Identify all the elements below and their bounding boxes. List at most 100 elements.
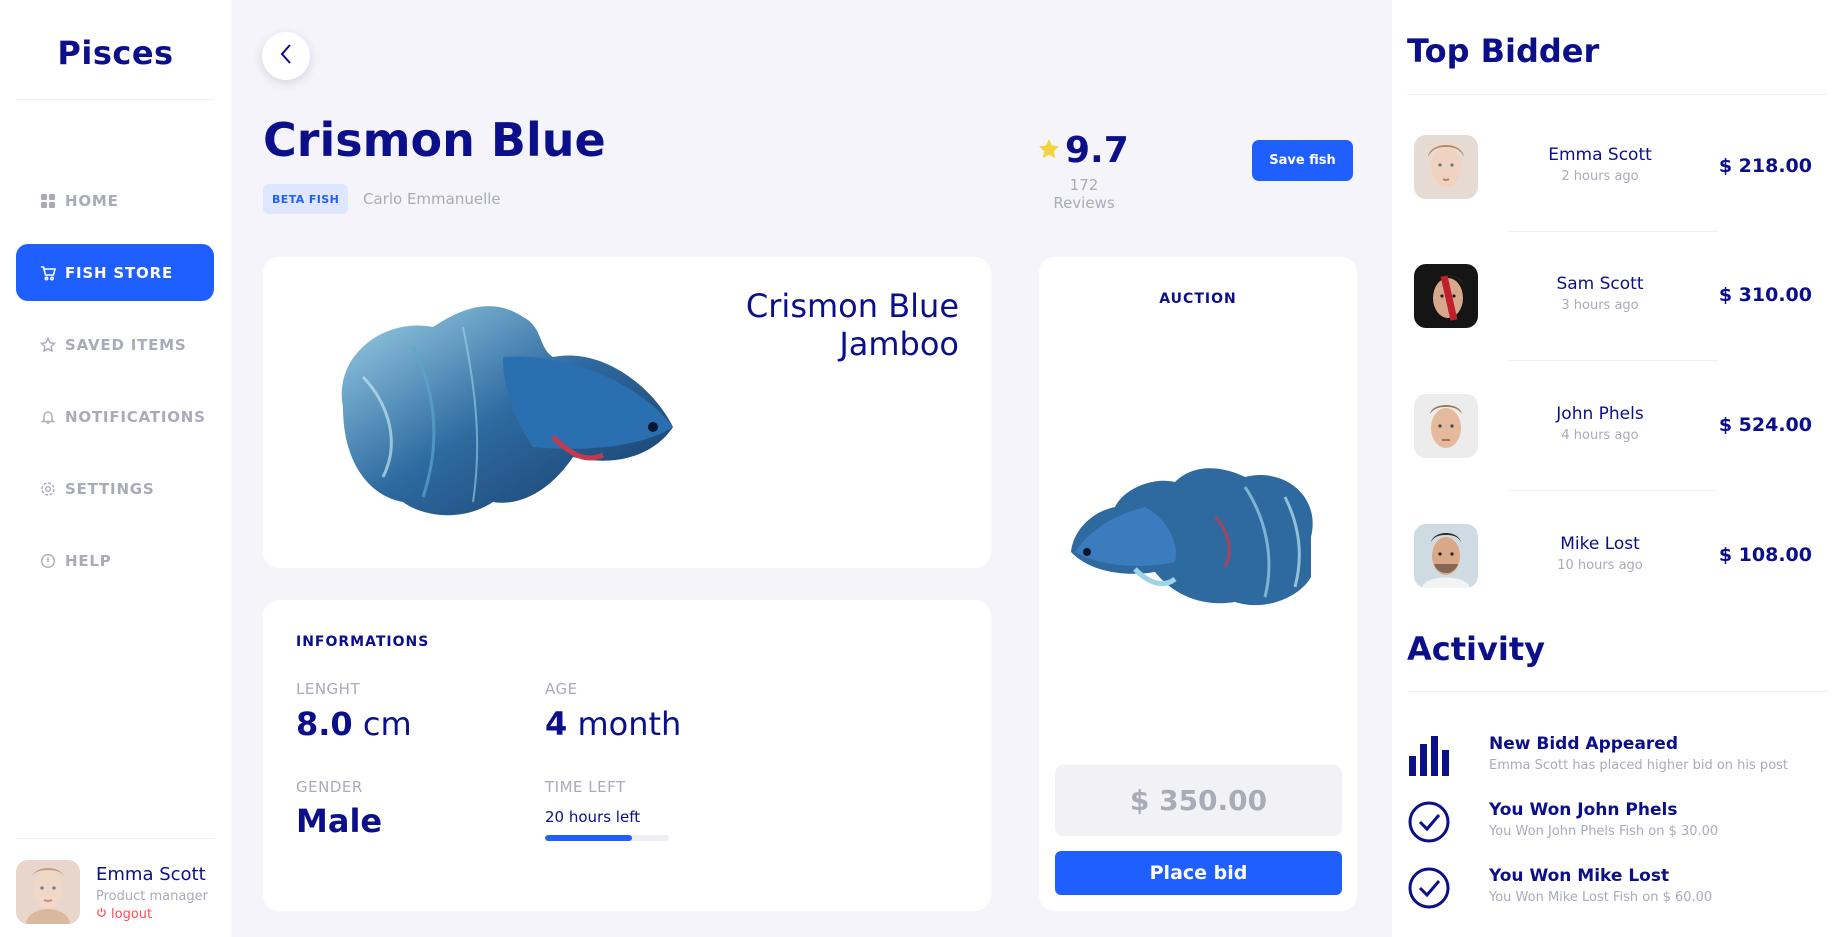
profile-role: Product manager [96, 889, 208, 904]
sidebar-item-label: FISH STORE [65, 263, 173, 282]
star-icon [1037, 137, 1061, 165]
power-icon [96, 907, 107, 922]
sidebar-item-label: HOME [65, 191, 119, 210]
author-name[interactable]: Carlo Emmanuelle [363, 190, 501, 208]
avatar [1414, 524, 1478, 588]
bidder-name: Sam Scott [1556, 274, 1644, 294]
sidebar-item-fish-store[interactable]: FISH STORE [16, 244, 214, 301]
activity-title: You Won John Phels [1489, 800, 1678, 820]
age-value: 4 month [545, 705, 682, 743]
divider [16, 838, 214, 839]
time-left-value: 20 hours left [545, 808, 641, 826]
rating-value: 9.7 [1065, 130, 1129, 171]
divider [16, 99, 214, 100]
sidebar: Pisces HOME FISH STORE SAVED ITEMS NOTIF… [0, 0, 231, 937]
bid-amount: $ 310.00 [1718, 284, 1812, 306]
divider [1508, 231, 1718, 232]
sidebar-item-settings[interactable]: SETTINGS [16, 460, 214, 517]
place-bid-button[interactable]: Place bid [1055, 851, 1342, 895]
sidebar-nav: HOME FISH STORE SAVED ITEMS NOTIFICATION… [16, 172, 214, 604]
grid-icon [40, 193, 56, 209]
activity-title: New Bidd Appeared [1489, 734, 1679, 754]
info-title: INFORMATIONS [296, 634, 430, 650]
avatar[interactable] [16, 860, 80, 924]
avatar [1414, 135, 1478, 199]
divider [1508, 360, 1718, 361]
chevron-left-icon [279, 43, 293, 69]
gender-value: Male [296, 802, 383, 840]
sidebar-item-saved-items[interactable]: SAVED ITEMS [16, 316, 214, 373]
auction-card: AUCTION $ 350.00 Place bid [1039, 257, 1357, 911]
sidebar-item-label: SAVED ITEMS [65, 335, 187, 354]
bidder-row[interactable]: Mike Lost 10 hours ago $ 108.00 [1414, 524, 1834, 590]
age-label: AGE [545, 680, 578, 698]
info-icon [40, 553, 56, 569]
bidder-name: John Phels [1556, 404, 1644, 424]
bar-chart-icon [1407, 734, 1451, 778]
auction-fish-image [1065, 457, 1331, 621]
avatar [1414, 394, 1478, 458]
gear-icon [40, 481, 56, 497]
category-badge[interactable]: BETA FISH [263, 184, 349, 214]
fish-name-line-1: Crismon Blue [745, 287, 959, 325]
bid-amount: $ 108.00 [1718, 544, 1812, 566]
auction-title: AUCTION [1159, 291, 1237, 307]
sidebar-item-home[interactable]: HOME [16, 172, 214, 229]
progress-fill [545, 835, 632, 841]
bidder-name: Emma Scott [1548, 145, 1652, 165]
bidder-row[interactable]: Emma Scott 2 hours ago $ 218.00 [1414, 135, 1834, 201]
logout-label: logout [111, 907, 153, 922]
check-circle-icon [1407, 866, 1451, 910]
right-panel: Top Bidder Emma Scott 2 hours ago $ 218.… [1392, 0, 1842, 937]
activity-subtitle: You Won Mike Lost Fish on $ 60.00 [1489, 890, 1713, 905]
length-value: 8.0 cm [296, 705, 412, 743]
activity-title: You Won Mike Lost [1489, 866, 1670, 886]
time-left-progress [545, 835, 669, 841]
divider [1508, 490, 1718, 491]
check-circle-icon [1407, 800, 1451, 844]
fish-image [323, 287, 723, 531]
profile-name: Emma Scott [96, 864, 206, 885]
sidebar-item-help[interactable]: HELP [16, 532, 214, 589]
bid-amount: $ 524.00 [1718, 414, 1812, 436]
activity-title: Activity [1407, 630, 1545, 668]
activity-subtitle: You Won John Phels Fish on $ 30.00 [1489, 824, 1719, 839]
activity-item[interactable]: New Bidd Appeared Emma Scott has placed … [1407, 734, 1837, 784]
activity-subtitle: Emma Scott has placed higher bid on his … [1489, 758, 1789, 773]
fish-name-line-2: Jamboo [839, 325, 959, 363]
sidebar-item-notifications[interactable]: NOTIFICATIONS [16, 388, 214, 445]
bidder-name: Mike Lost [1560, 534, 1640, 554]
user-profile: Emma Scott Product manager logout [16, 860, 226, 924]
top-bidder-title: Top Bidder [1407, 32, 1600, 70]
logout-button[interactable]: logout [96, 907, 152, 922]
back-button[interactable] [262, 32, 310, 80]
cart-icon [40, 265, 57, 281]
length-label: LENGHT [296, 680, 361, 698]
bid-amount-input[interactable]: $ 350.00 [1055, 765, 1342, 836]
bidder-time: 3 hours ago [1561, 298, 1639, 313]
activity-item[interactable]: You Won John Phels You Won John Phels Fi… [1407, 800, 1837, 850]
bidder-row[interactable]: Sam Scott 3 hours ago $ 310.00 [1414, 264, 1834, 330]
avatar [1414, 264, 1478, 328]
bidder-time: 2 hours ago [1561, 169, 1639, 184]
bidder-row[interactable]: John Phels 4 hours ago $ 524.00 [1414, 394, 1834, 460]
sidebar-item-label: HELP [65, 551, 112, 570]
gender-label: GENDER [296, 778, 363, 796]
time-left-label: TIME LEFT [545, 778, 626, 796]
information-card: INFORMATIONS LENGHT 8.0 cm AGE 4 month G… [263, 600, 991, 911]
activity-item[interactable]: You Won Mike Lost You Won Mike Lost Fish… [1407, 866, 1837, 916]
bidder-time: 10 hours ago [1557, 558, 1643, 573]
star-icon [39, 336, 57, 353]
sidebar-item-label: NOTIFICATIONS [65, 407, 206, 426]
save-fish-button[interactable]: Save fish [1252, 140, 1353, 181]
logo[interactable]: Pisces [0, 34, 231, 72]
page-title: Crismon Blue [263, 113, 606, 167]
bid-amount: $ 218.00 [1718, 155, 1812, 177]
divider [1407, 94, 1827, 95]
fish-hero-card: Crismon Blue Jamboo [263, 257, 991, 568]
review-count[interactable]: 172 Reviews [1037, 176, 1131, 212]
bell-icon [40, 409, 56, 425]
bidder-time: 4 hours ago [1561, 428, 1639, 443]
sidebar-item-label: SETTINGS [65, 479, 155, 498]
divider [1407, 691, 1827, 692]
